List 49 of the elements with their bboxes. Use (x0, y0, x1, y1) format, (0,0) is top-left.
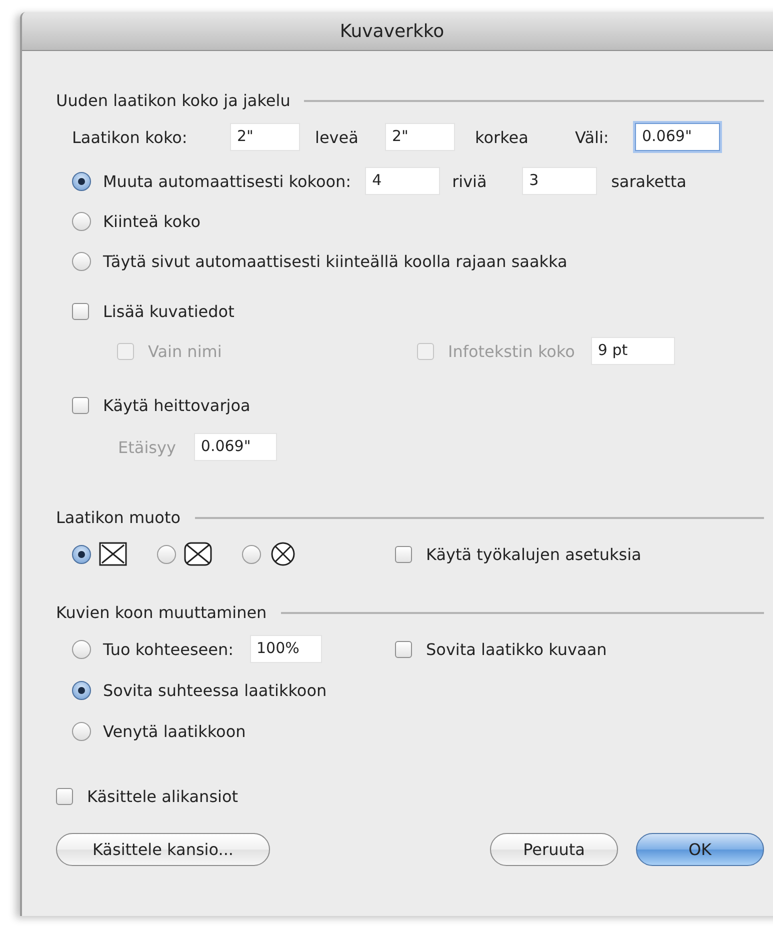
field-label: Etäisyy (118, 438, 176, 456)
checkbox[interactable] (395, 640, 412, 658)
spacing-field[interactable]: 0.069" (635, 123, 720, 151)
checkbox-label: Käytä työkalujen asetuksia (426, 544, 642, 564)
radio-button[interactable] (72, 252, 91, 270)
radio-label: Kiinteä koko (103, 212, 200, 230)
checkbox-label: Lisää kuvatiedot (103, 302, 234, 320)
checkbox-label: Käytä heittovarjoa (103, 396, 250, 414)
radio-label: Sovita suhteessa laatikkoon (103, 680, 327, 700)
rows-field[interactable]: 4 (365, 167, 440, 195)
checkbox[interactable] (395, 546, 412, 562)
radio-button[interactable] (242, 544, 261, 564)
crossed-circle-icon (269, 542, 297, 566)
section-heading: Kuvien koon muuttaminen (56, 603, 267, 622)
checkbox-label: Infotekstin koko (448, 342, 575, 360)
checkbox[interactable] (72, 302, 89, 320)
radio-button[interactable] (72, 640, 91, 658)
height-field[interactable]: 2" (385, 123, 455, 151)
checkbox-label: Vain nimi (148, 342, 222, 360)
field-label: leveä (315, 128, 360, 146)
section-heading: Uuden laatikon koko ja jakelu (56, 91, 290, 110)
field-label: Väli: (575, 128, 610, 146)
radio-button[interactable] (72, 722, 91, 740)
checkbox-label: Sovita laatikko kuvaan (426, 640, 607, 658)
radio-button[interactable] (72, 172, 91, 190)
radio-button[interactable] (72, 680, 91, 700)
window-title: Kuvaverkko (340, 20, 444, 42)
push-button[interactable]: Käsittele kansio... (56, 833, 270, 866)
width-field[interactable]: 2" (230, 123, 300, 151)
radio-label: Venytä laatikkoon (103, 722, 246, 740)
field-label: Laatikon koko: (72, 128, 188, 146)
section-heading: Laatikon muoto (56, 508, 181, 527)
radio-label: Täytä sivut automaattisesti kiinteällä koolla rajaan saakka (103, 252, 568, 270)
radio-button[interactable] (72, 544, 91, 564)
radio-label: Tuo kohteeseen: (103, 640, 234, 658)
scale-field[interactable]: 100% (250, 635, 322, 663)
crossed-square-icon (99, 542, 127, 566)
push-button[interactable]: Peruuta (490, 833, 618, 866)
crossed-rounded-square-icon (184, 542, 212, 566)
default-button[interactable]: OK (636, 833, 764, 866)
field-label: saraketta (611, 172, 686, 190)
columns-field[interactable]: 3 (522, 167, 598, 195)
radio-button[interactable] (157, 544, 176, 564)
checkbox[interactable] (56, 788, 73, 804)
radio-label: Muuta automaattisesti kokoon: (103, 172, 352, 190)
field-label: korkea (475, 128, 530, 146)
checkbox-label: Käsittele alikansiot (87, 786, 238, 806)
field-label: riviä (452, 172, 488, 190)
radio-button[interactable] (72, 212, 91, 230)
